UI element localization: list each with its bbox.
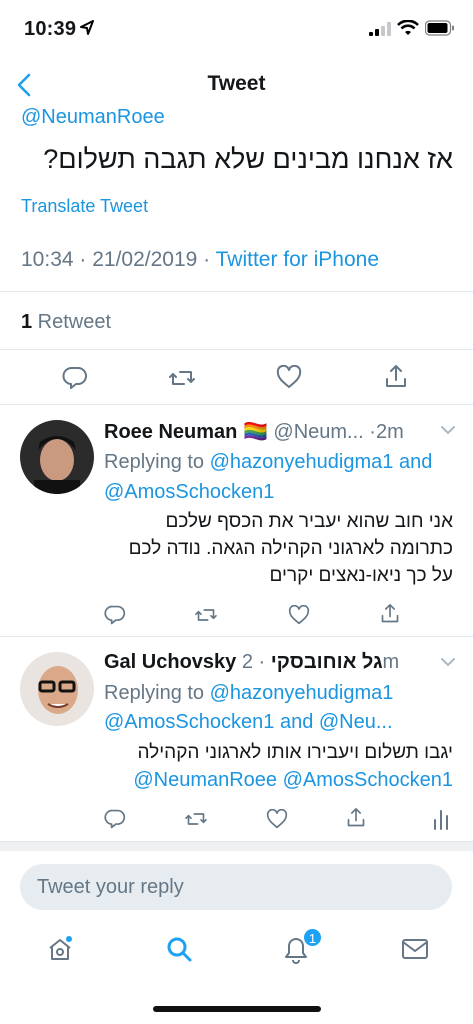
reply-icon[interactable]	[104, 808, 126, 830]
tweet-timestamp: 10:34 · 21/02/2019 ·	[21, 248, 216, 271]
rainbow-flag-icon: 🏳️‍🌈	[242, 421, 268, 443]
share-icon[interactable]	[384, 364, 408, 390]
reply-text-line: כתרומה לארגוני הקהילה הגאה. נודה לכם	[128, 538, 453, 559]
mention-link[interactable]: @AmosSchocken1	[104, 711, 274, 733]
reply-icon[interactable]	[104, 604, 126, 626]
divider	[0, 404, 473, 405]
divider	[0, 291, 473, 292]
tweet-source-link[interactable]: Twitter for iPhone	[216, 248, 379, 271]
wifi-icon	[397, 20, 419, 35]
cellular-signal-icon	[369, 22, 391, 36]
status-bar: 10:39	[0, 0, 473, 60]
avatar[interactable]	[20, 420, 94, 494]
reply-text-line: אני חוב שהוא יעביר את הכסף שלכם	[165, 511, 453, 532]
replying-to-label: Replying to	[104, 451, 210, 473]
navigation-bar: Tweet	[0, 60, 473, 110]
home-icon[interactable]	[47, 936, 73, 962]
main-tweet-handle[interactable]: @NeumanRoee	[21, 106, 165, 129]
avatar-photo	[20, 652, 94, 726]
tweet-meta: 10:34 · 21/02/2019 · Twitter for iPhone	[21, 248, 379, 272]
retweet-icon[interactable]	[184, 809, 208, 829]
share-icon[interactable]	[346, 807, 366, 829]
battery-icon	[425, 20, 454, 36]
author-handle[interactable]: @Neum...	[273, 421, 363, 443]
divider	[0, 349, 473, 350]
reply-icon[interactable]	[62, 365, 88, 391]
retweet-label: Retweet	[32, 311, 112, 333]
reply-mentions[interactable]: @NeumanRoee @AmosSchocken1	[133, 769, 453, 792]
like-heart-icon[interactable]	[266, 809, 288, 829]
main-tweet-text: אז אנחנו מבינים שלא תגבה תשלום?	[43, 144, 453, 174]
retweet-icon[interactable]	[168, 366, 196, 390]
reply-author-line: Gal Uchovsky גל אוחובסקי · 2m	[104, 651, 399, 674]
chevron-down-icon[interactable]	[440, 425, 456, 435]
replying-to-line: Replying to @hazonyehudigma1	[104, 682, 393, 705]
retweet-count: 1	[21, 311, 33, 333]
location-arrow-icon	[80, 20, 94, 35]
like-heart-icon[interactable]	[288, 605, 310, 625]
share-icon[interactable]	[380, 603, 400, 625]
analytics-icon[interactable]	[433, 808, 449, 830]
author-name-hebrew[interactable]: גל אוחובסקי	[271, 651, 383, 673]
reply-input[interactable]	[20, 864, 452, 910]
replying-to-line: Replying to @hazonyehudigma1 and	[104, 451, 432, 474]
notification-badge: 1	[303, 928, 322, 947]
retweet-stats[interactable]: 1 Retweet	[21, 311, 111, 334]
reply-text-line: יגבו תשלום ויעבירו אותו לארגוני הקהילה	[137, 742, 454, 763]
mention-link[interactable]: @hazonyehudigma1	[210, 451, 394, 473]
avatar[interactable]	[20, 652, 94, 726]
mention-link[interactable]: @hazonyehudigma1	[210, 682, 394, 704]
reply-author-line: Roee Neuman 🏳️‍🌈 @Neum... ·2m	[104, 419, 404, 444]
replying-and: and	[274, 711, 319, 733]
reply-composer[interactable]	[20, 864, 452, 910]
home-indicator[interactable]	[153, 1006, 321, 1012]
reply-time: ·2m	[369, 421, 404, 443]
like-heart-icon[interactable]	[276, 365, 302, 389]
author-name[interactable]: Roee Neuman	[104, 421, 237, 443]
author-name[interactable]: Gal Uchovsky	[104, 651, 236, 673]
divider	[0, 636, 473, 637]
replying-to-label: Replying to	[104, 682, 210, 704]
status-time: 10:39	[24, 18, 77, 40]
mention-link[interactable]: @AmosSchocken1	[104, 481, 274, 504]
avatar-photo	[20, 420, 94, 494]
chevron-down-icon[interactable]	[440, 657, 456, 667]
messages-envelope-icon[interactable]	[401, 938, 429, 960]
replying-and: and	[393, 451, 433, 473]
translate-tweet-link[interactable]: Translate Tweet	[21, 196, 148, 217]
replying-to-line-2: @AmosSchocken1 and @Neu...	[104, 711, 393, 734]
mention-link[interactable]: @Neu...	[319, 711, 393, 733]
page-title: Tweet	[207, 72, 266, 95]
divider	[0, 841, 473, 851]
search-icon[interactable]	[165, 935, 193, 963]
reply-text-line: על כך ניאו-נאצים יקרים	[269, 565, 453, 586]
retweet-icon[interactable]	[194, 605, 218, 625]
